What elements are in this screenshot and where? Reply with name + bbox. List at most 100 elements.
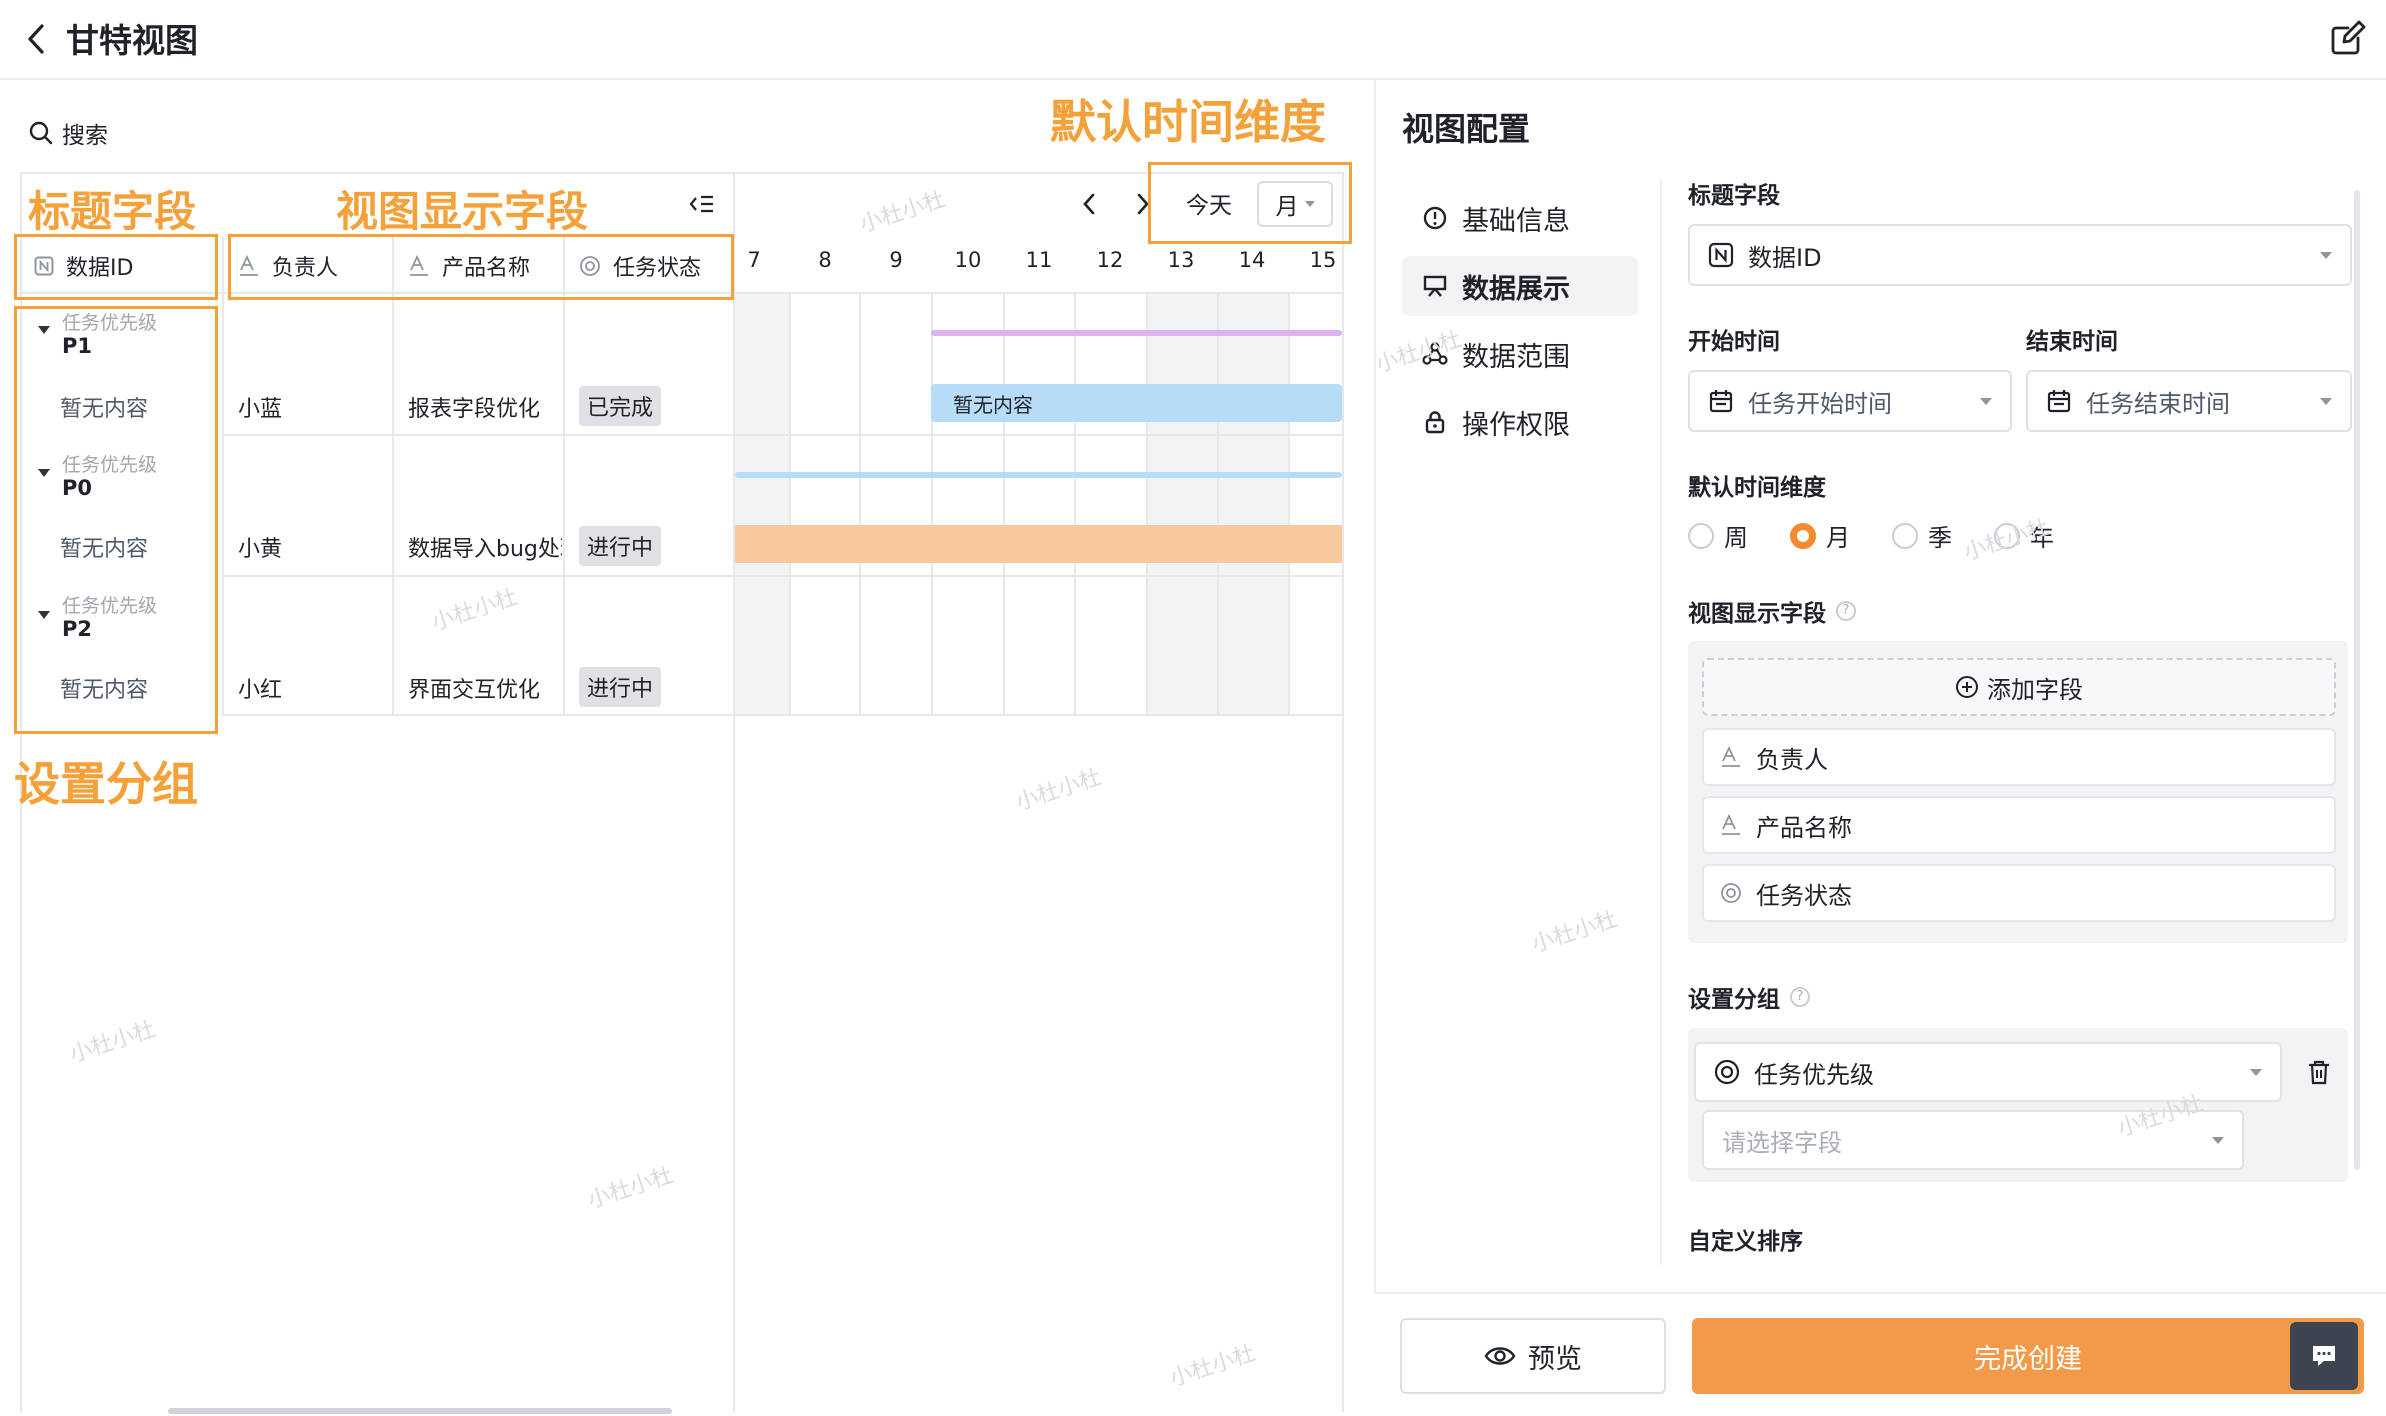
task-bar[interactable]: [735, 525, 1342, 563]
plus-circle-icon: [1956, 676, 1978, 698]
calendar-icon: [1709, 390, 1733, 413]
annotation-box: [14, 234, 218, 300]
row-owner[interactable]: 小红: [238, 672, 282, 704]
back-icon[interactable]: [22, 20, 54, 58]
nav-label: 基础信息: [1462, 205, 1570, 237]
collapse-columns-icon[interactable]: [688, 192, 716, 216]
status-field-icon: [1721, 883, 1741, 903]
config-nav-divider: [1660, 180, 1662, 1265]
day-divider: [1146, 294, 1148, 714]
row-owner[interactable]: 小蓝: [238, 391, 282, 423]
nav-basic-info[interactable]: 基础信息: [1402, 188, 1638, 248]
title-field-select[interactable]: 数据ID: [1688, 224, 2352, 286]
group-summary-bar[interactable]: [735, 472, 1342, 478]
row-owner[interactable]: 小黄: [238, 531, 282, 563]
radio-month[interactable]: 月: [1790, 518, 1850, 553]
search-button[interactable]: 搜索: [28, 118, 108, 149]
eye-icon: [1484, 1347, 1516, 1365]
col-divider: [392, 236, 394, 716]
number-field-icon: [1708, 242, 1734, 268]
end-time-value: 任务结束时间: [2086, 389, 2230, 418]
day-label: 8: [818, 248, 832, 272]
chevron-down-icon: [2320, 251, 2332, 259]
col-divider: [563, 236, 565, 716]
radio-label: 周: [1724, 524, 1748, 552]
help-icon[interactable]: ?: [1790, 987, 1810, 1007]
add-field-button[interactable]: 添加字段: [1702, 658, 2336, 716]
row-product[interactable]: 报表字段优化: [408, 391, 560, 423]
day-divider: [931, 294, 933, 714]
annotation-grouping: 设置分组: [14, 757, 198, 811]
day-divider: [1288, 294, 1290, 714]
create-label: 完成创建: [1974, 1343, 2082, 1375]
group-summary-bar[interactable]: [931, 330, 1342, 336]
nav-data-display[interactable]: 数据展示: [1402, 256, 1638, 316]
nav-label: 数据展示: [1462, 273, 1570, 305]
weekend-column: [735, 294, 790, 714]
task-bar[interactable]: 暂无内容: [931, 384, 1342, 422]
view-field-item[interactable]: 负责人: [1702, 728, 2336, 786]
top-bar: [0, 0, 2386, 80]
day-label: 12: [1096, 248, 1124, 272]
radio-quarter[interactable]: 季: [1892, 518, 1952, 553]
chevron-down-icon: [1980, 397, 1992, 405]
status-field-icon: [1714, 1059, 1740, 1085]
radio-week[interactable]: 周: [1688, 518, 1748, 553]
trash-icon[interactable]: [2306, 1058, 2332, 1086]
row-product[interactable]: 界面交互优化: [408, 672, 560, 704]
complete-create-button[interactable]: 完成创建: [1692, 1318, 2364, 1394]
text-field-icon: [1722, 814, 1740, 835]
search-icon: [29, 121, 53, 145]
end-time-select[interactable]: 任务结束时间: [2026, 370, 2352, 432]
view-field-item[interactable]: 任务状态: [1702, 864, 2336, 922]
title-field-value: 数据ID: [1748, 243, 1822, 272]
row-divider: [222, 575, 1344, 577]
view-field-label: 产品名称: [1756, 813, 1852, 842]
day-label: 10: [954, 248, 982, 272]
nav-permissions[interactable]: 操作权限: [1402, 392, 1638, 452]
row-divider: [222, 714, 1344, 716]
day-divider: [859, 294, 861, 714]
chevron-down-icon: [2320, 397, 2332, 405]
start-time-select[interactable]: 任务开始时间: [1688, 370, 2012, 432]
day-label: 9: [889, 248, 903, 272]
status-badge: 已完成: [579, 386, 662, 426]
nav-label: 操作权限: [1462, 409, 1570, 441]
day-divider: [789, 294, 791, 714]
search-label: 搜索: [62, 123, 108, 149]
chat-icon[interactable]: [2290, 1322, 2358, 1390]
day-divider: [1217, 294, 1219, 714]
edit-icon[interactable]: [2328, 18, 2368, 58]
radio-label: 月: [1826, 524, 1850, 552]
task-bar-label: 暂无内容: [953, 392, 1033, 417]
annotation-box: [228, 234, 734, 300]
day-label: 7: [747, 248, 761, 272]
view-fields-heading: 视图显示字段 ?: [1688, 594, 1856, 628]
radio-icon: [1688, 522, 1714, 549]
view-fields-label: 视图显示字段: [1688, 601, 1826, 627]
lock-icon: [1425, 411, 1445, 434]
calendar-icon: [2047, 390, 2071, 413]
view-field-item[interactable]: 产品名称: [1702, 796, 2336, 854]
annotation-box: [14, 306, 218, 734]
start-time-label: 开始时间: [1688, 329, 1780, 355]
radio-icon: [1892, 522, 1918, 549]
grouping-label: 设置分组: [1688, 987, 1780, 1013]
status-badge: 进行中: [579, 526, 662, 566]
day-label: 14: [1238, 248, 1266, 272]
help-icon[interactable]: ?: [1836, 601, 1856, 621]
row-product[interactable]: 数据导入bug处理: [408, 531, 562, 563]
config-scrollbar[interactable]: [2354, 190, 2360, 1170]
chevron-down-icon: [2212, 1136, 2224, 1144]
annotation-view-fields: 视图显示字段: [336, 187, 589, 236]
end-time-label: 结束时间: [2026, 329, 2118, 355]
prev-period-icon[interactable]: [1078, 190, 1102, 218]
radio-label: 季: [1928, 524, 1952, 552]
day-label: 13: [1167, 248, 1195, 272]
preview-button[interactable]: 预览: [1400, 1318, 1666, 1394]
day-label: 15: [1309, 248, 1337, 272]
start-time-value: 任务开始时间: [1748, 389, 1892, 418]
text-field-icon: [1722, 746, 1740, 767]
horizontal-scrollbar[interactable]: [168, 1408, 672, 1414]
annotation-box: [1148, 162, 1352, 244]
